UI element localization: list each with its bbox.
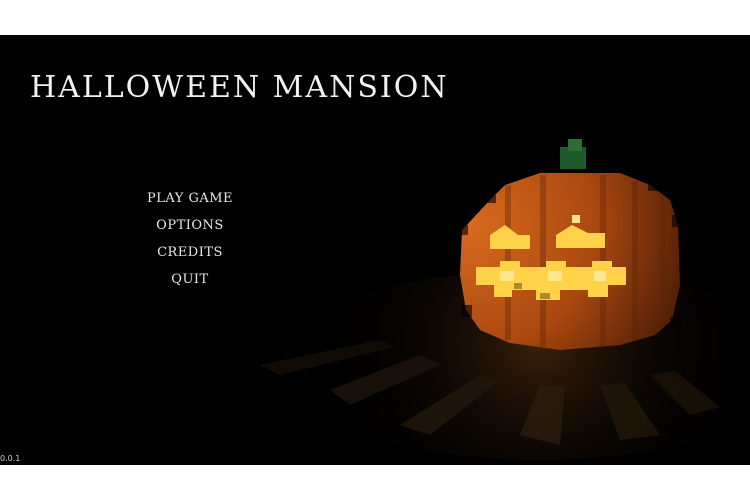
pumpkin-icon [460,139,682,350]
game-title: HALLOWEEN MANSION [30,70,449,105]
main-menu: PLAY GAME OPTIONS CREDITS QUIT [140,185,240,293]
menu-item-credits[interactable]: CREDITS [140,239,240,266]
menu-item-options[interactable]: OPTIONS [140,212,240,239]
version-label: 0.0.1 [0,454,21,463]
menu-item-quit[interactable]: QUIT [140,266,240,293]
menu-item-play-game[interactable]: PLAY GAME [140,185,240,212]
game-screen: HALLOWEEN MANSION PLAY GAME OPTIONS CRED… [0,35,750,465]
